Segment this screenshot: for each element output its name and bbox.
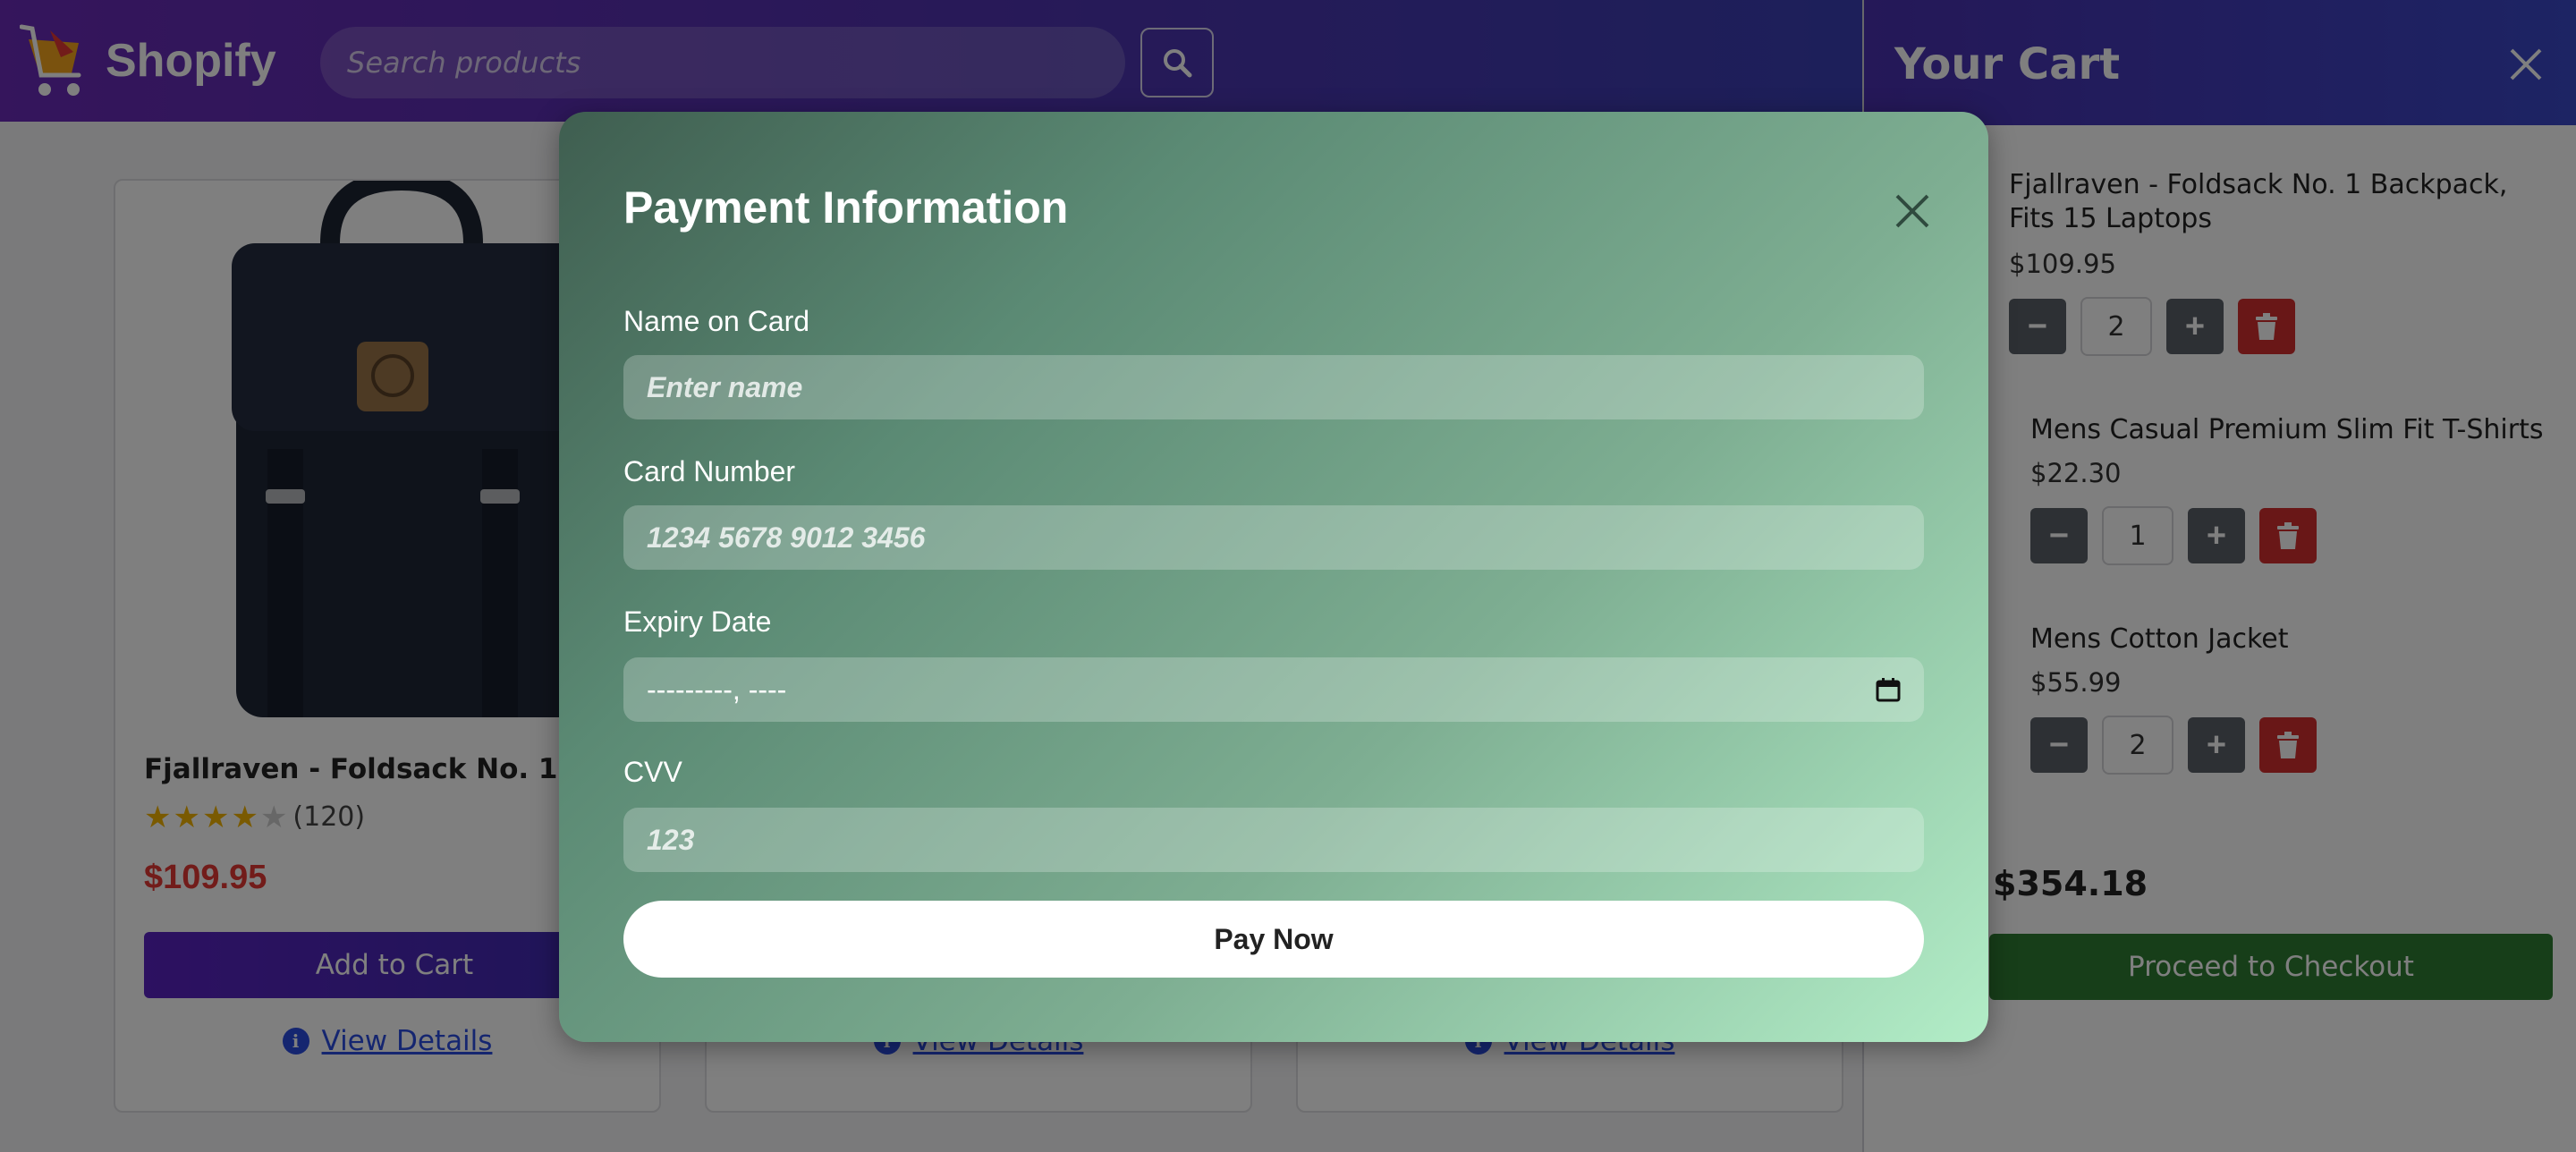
card-number-label: Card Number bbox=[623, 455, 796, 487]
cvv-input[interactable] bbox=[623, 808, 1924, 872]
card-number-input[interactable] bbox=[623, 505, 1924, 570]
expiry-date-value: ---------, ---- bbox=[647, 673, 787, 706]
payment-modal: Payment Information Name on Card Card Nu… bbox=[559, 112, 1988, 1042]
close-icon[interactable] bbox=[1890, 189, 1935, 233]
name-on-card-label: Name on Card bbox=[623, 305, 810, 337]
modal-title: Payment Information bbox=[623, 182, 1069, 233]
cvv-label: CVV bbox=[623, 756, 682, 788]
expiry-date-input[interactable]: ---------, ---- bbox=[623, 657, 1924, 722]
expiry-date-label: Expiry Date bbox=[623, 606, 772, 638]
pay-now-button[interactable]: Pay Now bbox=[623, 901, 1924, 978]
name-on-card-input[interactable] bbox=[623, 355, 1924, 419]
calendar-icon[interactable] bbox=[1876, 677, 1901, 702]
